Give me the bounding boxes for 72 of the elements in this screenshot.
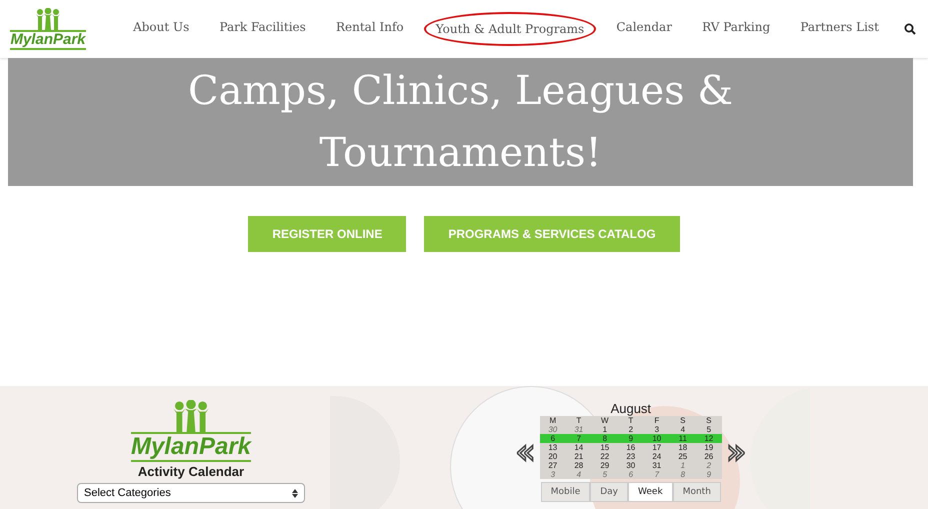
- calendar-day[interactable]: 13: [540, 443, 566, 452]
- weekday-label: T: [575, 416, 582, 425]
- weekday-label: S: [679, 416, 686, 425]
- previous-month-button[interactable]: «: [515, 434, 536, 468]
- month-title: August: [610, 401, 652, 416]
- calendar-day[interactable]: 28: [566, 461, 592, 470]
- calendar-day[interactable]: 4: [670, 425, 696, 434]
- calendar-day[interactable]: 23: [618, 452, 644, 461]
- calendar-day[interactable]: 5: [592, 470, 618, 479]
- calendar-day[interactable]: 9: [696, 470, 722, 479]
- nav-link[interactable]: Calendar: [606, 12, 682, 46]
- calendar-day[interactable]: 17: [644, 443, 670, 452]
- hero-heading: Camps, Clinics, Leagues & Tournaments!: [188, 67, 734, 178]
- calendar-day[interactable]: 20: [540, 452, 566, 461]
- category-select[interactable]: Select Categories: [77, 483, 305, 503]
- nav-link[interactable]: Youth & Adult Programs: [424, 12, 596, 46]
- calendar-day[interactable]: 26: [696, 452, 722, 461]
- logo-text: MylanPark: [10, 30, 86, 50]
- calendar-subtitle: Activity Calendar: [138, 464, 244, 479]
- next-month-button[interactable]: »: [726, 434, 747, 468]
- calendar-day[interactable]: 27: [540, 461, 566, 470]
- calendar-day[interactable]: 30: [540, 425, 566, 434]
- nav-link[interactable]: Park Facilities: [209, 12, 316, 46]
- calendar-day[interactable]: 6: [540, 434, 566, 443]
- calendar-day[interactable]: 16: [618, 443, 644, 452]
- calendar-day[interactable]: 30: [618, 461, 644, 470]
- dropdown-arrows-icon: [292, 488, 298, 498]
- calendar-day[interactable]: 3: [644, 425, 670, 434]
- calendar-day[interactable]: 7: [566, 434, 592, 443]
- calendar-day[interactable]: 2: [696, 461, 722, 470]
- calendar-day[interactable]: 1: [592, 425, 618, 434]
- calendar-day[interactable]: 10: [644, 434, 670, 443]
- calendar-day[interactable]: 14: [566, 443, 592, 452]
- calendar-day[interactable]: 11: [670, 434, 696, 443]
- calendar-day[interactable]: 29: [592, 461, 618, 470]
- calendar-day[interactable]: 31: [644, 461, 670, 470]
- calendar-day[interactable]: 8: [670, 470, 696, 479]
- calendar-day[interactable]: 2: [618, 425, 644, 434]
- calendar-day[interactable]: 12: [696, 434, 722, 443]
- calendar-day[interactable]: 7: [644, 470, 670, 479]
- weekday-label: F: [653, 416, 660, 425]
- calendar-day[interactable]: 25: [670, 452, 696, 461]
- weekday-label: W: [600, 416, 610, 425]
- calendar-day[interactable]: 6: [618, 470, 644, 479]
- view-tab[interactable]: Day: [590, 482, 628, 502]
- calendar-day[interactable]: 19: [696, 443, 722, 452]
- mylanpark-logo[interactable]: MylanPark: [8, 8, 88, 50]
- nav-link[interactable]: Rental Info: [326, 12, 414, 46]
- selected-week-row[interactable]: 6 7 8 9 10 11 12: [540, 434, 722, 443]
- calendar-day[interactable]: 22: [592, 452, 618, 461]
- calendar-day[interactable]: 3: [540, 470, 566, 479]
- view-tab[interactable]: Week: [628, 482, 673, 502]
- calendar-day[interactable]: 31: [566, 425, 592, 434]
- calendar-day[interactable]: 5: [696, 425, 722, 434]
- calendar-day[interactable]: 15: [592, 443, 618, 452]
- logo-text: MylanPark: [130, 432, 252, 462]
- calendar-day[interactable]: 8: [592, 434, 618, 443]
- view-tab[interactable]: Month: [672, 482, 721, 502]
- nav-link[interactable]: Partners List: [790, 12, 889, 46]
- search-icon[interactable]: [904, 23, 916, 35]
- view-tab[interactable]: Mobile: [540, 482, 590, 502]
- nav-link[interactable]: About Us: [123, 12, 200, 46]
- nav-link[interactable]: RV Parking: [692, 12, 780, 46]
- calendar-day[interactable]: 24: [644, 452, 670, 461]
- calendar-day[interactable]: 21: [566, 452, 592, 461]
- weekday-label: M: [548, 416, 558, 425]
- calendar-day[interactable]: 9: [618, 434, 644, 443]
- weekday-label: S: [705, 416, 712, 425]
- weekday-label: T: [627, 416, 634, 425]
- calendar-day[interactable]: 1: [670, 461, 696, 470]
- calendar-day[interactable]: 4: [566, 470, 592, 479]
- calendar-day[interactable]: 18: [670, 443, 696, 452]
